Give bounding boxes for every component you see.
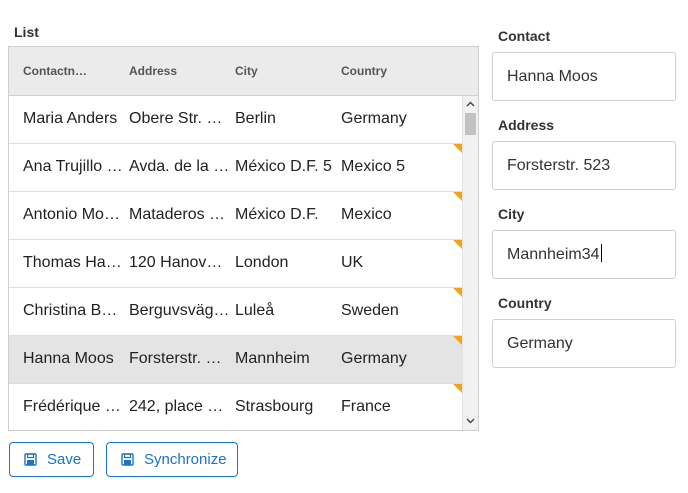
grid-body: Maria Anders Obere Str. 5… Berlin German…: [9, 96, 478, 430]
modified-indicator: [453, 384, 462, 393]
list-title: List: [14, 24, 39, 40]
cell-country: UK: [341, 254, 364, 271]
cell-contact: Antonio Mor…: [23, 206, 124, 223]
modified-indicator: [453, 336, 462, 345]
table-row[interactable]: Frédérique … 242, place K… Strasbourg Fr…: [9, 384, 462, 430]
column-header-contact[interactable]: Contactn…: [23, 64, 124, 78]
cell-contact: Christina Be…: [23, 302, 124, 319]
modified-indicator: [453, 144, 462, 153]
scroll-down-icon[interactable]: [463, 414, 478, 429]
table-row[interactable]: Antonio Mor… Mataderos … México D.F. Mex…: [9, 192, 462, 240]
cell-contact: Maria Anders: [23, 110, 118, 127]
column-header-address[interactable]: Address: [129, 64, 230, 78]
address-field[interactable]: Forsterstr. 523: [492, 141, 676, 190]
country-field-value: Germany: [507, 335, 573, 352]
cell-city: London: [235, 254, 289, 271]
cell-address: 120 Hanover…: [129, 254, 230, 271]
cell-country: Sweden: [341, 302, 399, 319]
vertical-scrollbar[interactable]: [462, 96, 478, 430]
cell-address: Berguvsväg…: [129, 302, 230, 319]
cell-city: México D.F.: [235, 206, 319, 223]
cell-city: Luleå: [235, 302, 275, 319]
modified-indicator: [453, 288, 462, 297]
cell-contact: Hanna Moos: [23, 350, 114, 367]
table-row[interactable]: Hanna Moos Forsterstr. 523 Mannheim Germ…: [9, 336, 462, 384]
cell-city: Strasbourg: [235, 398, 314, 415]
cell-address: Avda. de la …: [129, 158, 230, 175]
address-label: Address: [498, 117, 555, 133]
floppy-disk-icon: [121, 453, 134, 466]
table-row[interactable]: Christina Be… Berguvsväg… Luleå Sweden: [9, 288, 462, 336]
data-grid: Contactn… Address City Country Maria And…: [8, 46, 479, 431]
cell-city: México D.F. 5: [235, 158, 332, 175]
city-field[interactable]: Mannheim34: [492, 230, 676, 279]
contact-label: Contact: [498, 28, 551, 44]
column-header-country[interactable]: Country: [341, 64, 442, 78]
cell-address: 242, place K…: [129, 398, 230, 415]
column-header-city[interactable]: City: [235, 64, 336, 78]
scroll-up-icon[interactable]: [463, 97, 478, 112]
country-label: Country: [498, 295, 552, 311]
save-button[interactable]: Save: [9, 442, 94, 477]
cell-contact: Thomas Hardy: [23, 254, 124, 271]
scroll-thumb[interactable]: [465, 113, 476, 135]
cell-country: Mexico: [341, 206, 392, 223]
cell-country: Germany: [341, 350, 407, 367]
cell-address: Mataderos …: [129, 206, 226, 223]
modified-indicator: [453, 240, 462, 249]
contact-field[interactable]: Hanna Moos: [492, 52, 676, 101]
synchronize-button-label: Synchronize: [144, 451, 227, 468]
cell-country: Mexico 5: [341, 158, 406, 175]
contact-field-value: Hanna Moos: [507, 68, 598, 85]
table-row[interactable]: Ana Trujillo 53 Avda. de la … México D.F…: [9, 144, 462, 192]
cell-country: Germany: [341, 110, 407, 127]
address-field-value: Forsterstr. 523: [507, 157, 611, 174]
save-button-label: Save: [47, 451, 82, 468]
city-label: City: [498, 206, 525, 222]
table-row[interactable]: Maria Anders Obere Str. 5… Berlin German…: [9, 96, 462, 144]
text-caret: [600, 244, 602, 262]
cell-city: Mannheim: [235, 350, 310, 367]
app-root: List Contactn… Address City Country Mari…: [0, 0, 688, 493]
country-field[interactable]: Germany: [492, 319, 676, 368]
cell-contact: Ana Trujillo 53: [23, 158, 124, 175]
cell-address: Forsterstr. 523: [129, 350, 230, 367]
cell-contact: Frédérique …: [23, 398, 121, 415]
cell-country: France: [341, 398, 391, 415]
floppy-disk-icon: [24, 453, 37, 466]
cell-city: Berlin: [235, 110, 276, 127]
modified-indicator: [453, 192, 462, 201]
city-field-value: Mannheim34: [507, 246, 600, 263]
synchronize-button[interactable]: Synchronize: [106, 442, 238, 477]
grid-header: Contactn… Address City Country: [9, 47, 478, 96]
cell-address: Obere Str. 5…: [129, 110, 230, 127]
table-row[interactable]: Thomas Hardy 120 Hanover… London UK: [9, 240, 462, 288]
